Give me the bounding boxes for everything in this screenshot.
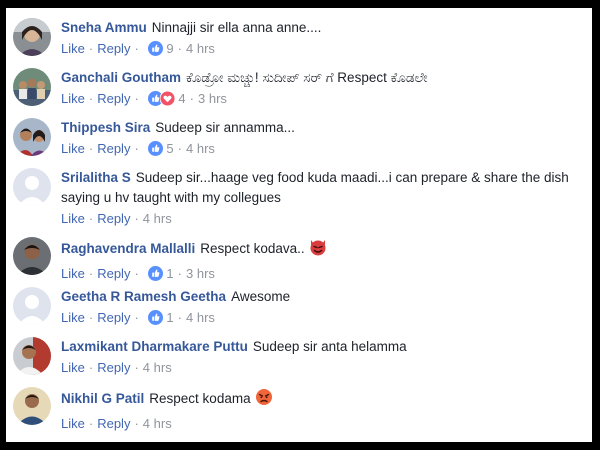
reply-button[interactable]: Reply: [97, 41, 130, 56]
like-button[interactable]: Like: [61, 211, 85, 226]
separator: ·: [134, 141, 139, 156]
timestamp[interactable]: 3 hrs: [198, 91, 227, 106]
separator: ·: [88, 360, 94, 375]
timestamp[interactable]: 4 hrs: [143, 360, 172, 375]
separator: ·: [134, 41, 139, 56]
comment-text: ಕೊಡ್ರೋ ಮಚ್ಚು! ಸುದೀಪ್ ಸರ್ ಗೆ Respect ಕೊಡಲ…: [186, 70, 428, 85]
reply-button[interactable]: Reply: [97, 266, 130, 281]
love-icon[interactable]: [159, 90, 176, 111]
separator: ·: [134, 310, 139, 325]
separator: ·: [88, 416, 94, 431]
like-icon[interactable]: [148, 41, 164, 61]
like-button[interactable]: Like: [61, 91, 85, 106]
separator: ·: [134, 91, 139, 106]
comment-author[interactable]: Laxmikant Dharmakare Puttu: [61, 339, 248, 354]
like-button[interactable]: Like: [61, 266, 85, 281]
reply-button[interactable]: Reply: [97, 416, 130, 431]
like-button[interactable]: Like: [61, 141, 85, 156]
comment-author[interactable]: Raghavendra Mallalli: [61, 241, 195, 256]
avatar[interactable]: [13, 118, 51, 156]
like-button[interactable]: Like: [61, 310, 85, 325]
reaction-count[interactable]: 9: [166, 41, 173, 56]
timestamp[interactable]: 4 hrs: [186, 141, 215, 156]
reaction-count[interactable]: 1: [166, 266, 173, 281]
timestamp[interactable]: 4 hrs: [143, 211, 172, 226]
avatar[interactable]: [13, 387, 51, 425]
comment-author[interactable]: Thippesh Sira: [61, 120, 150, 135]
separator: ·: [134, 266, 139, 281]
avatar[interactable]: [13, 337, 51, 375]
angry-emoji-icon: [254, 387, 274, 413]
like-button[interactable]: Like: [61, 360, 85, 375]
like-icon[interactable]: [148, 141, 164, 161]
comment-text: Respect kodama: [149, 391, 251, 406]
separator: ·: [88, 310, 94, 325]
timestamp[interactable]: 4 hrs: [186, 41, 215, 56]
separator: ·: [177, 310, 182, 325]
comments-panel: Sneha Ammu Ninnajji sir ella anna anne...…: [6, 8, 592, 442]
separator: ·: [134, 360, 139, 375]
reaction-count[interactable]: 4: [178, 91, 185, 106]
separator: ·: [177, 141, 182, 156]
separator: ·: [189, 91, 194, 106]
reply-button[interactable]: Reply: [97, 310, 130, 325]
comment-text: Respect kodava..: [200, 241, 305, 256]
reaction-count[interactable]: 5: [166, 141, 173, 156]
timestamp[interactable]: 3 hrs: [186, 266, 215, 281]
like-button[interactable]: Like: [61, 41, 85, 56]
comment-author[interactable]: Ganchali Goutham: [61, 70, 181, 85]
image-frame: Sneha Ammu Ninnajji sir ella anna anne...…: [0, 0, 600, 450]
timestamp[interactable]: 4 hrs: [143, 416, 172, 431]
like-button[interactable]: Like: [61, 416, 85, 431]
reply-button[interactable]: Reply: [97, 360, 130, 375]
separator: ·: [88, 91, 94, 106]
separator: ·: [88, 141, 94, 156]
separator: ·: [134, 416, 139, 431]
devil-emoji-icon: [308, 237, 328, 263]
comment-author[interactable]: Sneha Ammu: [61, 20, 147, 35]
default-avatar[interactable]: [13, 168, 51, 206]
comment-author[interactable]: Srilalitha S: [61, 170, 131, 185]
reply-button[interactable]: Reply: [97, 211, 130, 226]
comment-text: Sudeep sir annamma...: [155, 120, 295, 135]
avatar[interactable]: [13, 237, 51, 275]
avatar[interactable]: [13, 68, 51, 106]
comment-text: Ninnajji sir ella anna anne....: [151, 20, 322, 35]
comment-text: Awesome: [231, 289, 291, 304]
comment-text: Sudeep sir...haage veg food kuda maadi..…: [61, 170, 569, 205]
separator: ·: [88, 41, 94, 56]
default-avatar[interactable]: [13, 287, 51, 325]
reply-button[interactable]: Reply: [97, 91, 130, 106]
separator: ·: [177, 41, 182, 56]
separator: ·: [88, 266, 94, 281]
separator: ·: [177, 266, 182, 281]
avatar[interactable]: [13, 18, 51, 56]
separator: ·: [134, 211, 139, 226]
reaction-count[interactable]: 1: [166, 310, 173, 325]
separator: ·: [88, 211, 94, 226]
like-icon[interactable]: [148, 310, 164, 330]
timestamp[interactable]: 4 hrs: [186, 310, 215, 325]
like-icon[interactable]: [148, 266, 164, 286]
reply-button[interactable]: Reply: [97, 141, 130, 156]
comment-text: Sudeep sir anta helamma: [252, 339, 407, 354]
comment-author[interactable]: Nikhil G Patil: [61, 391, 144, 406]
comment-author[interactable]: Geetha R Ramesh Geetha: [61, 289, 226, 304]
